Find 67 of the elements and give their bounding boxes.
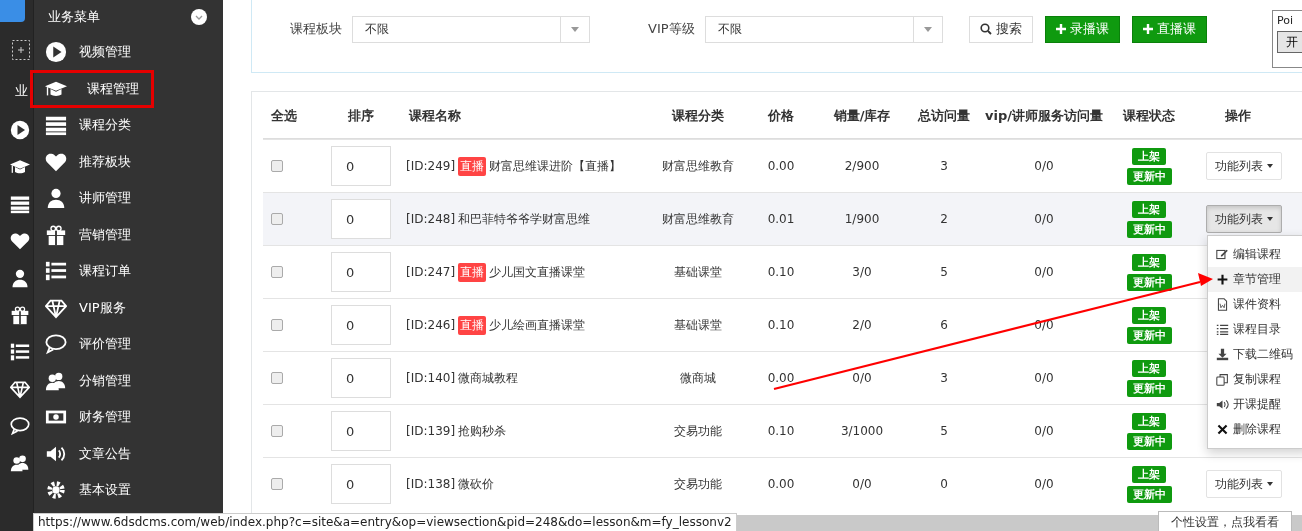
column-header: 销量/库存 — [832, 107, 892, 125]
status-url: https://www.6dsdcms.com/web/index.php?c=site&a=entry&op=viewsection&pid=248&do=lesson&m=fy_lessonv2 — [33, 513, 737, 531]
visits-cell-text: 5 — [939, 424, 949, 438]
category-cell-text: 财富思维教育 — [662, 211, 734, 228]
price-cell-text: 0.10 — [766, 265, 796, 279]
category-cell-text: 交易功能 — [674, 423, 722, 440]
sales-cell-text: 3/0 — [851, 265, 873, 279]
course-id: [ID:139] — [406, 424, 456, 438]
column-header: 课程状态 — [1121, 107, 1176, 125]
course-id: [ID:138] — [406, 477, 456, 491]
live-tag: 直播 — [458, 262, 487, 282]
popup-title: Poi — [1277, 14, 1295, 27]
menu-title: 业务菜单 — [48, 8, 100, 26]
vip-visits-cell-text: 0/0 — [1033, 159, 1055, 173]
visits-cell-text: 3 — [939, 371, 949, 385]
course-title: 少儿国文直播课堂 — [489, 263, 586, 281]
price-cell-text: 0.00 — [766, 477, 796, 491]
sales-cell-text: 0/0 — [851, 477, 873, 491]
price-cell-text: 0.00 — [766, 371, 796, 385]
column-header: vip/讲师服务访问量 — [984, 107, 1104, 125]
course-id: [ID:248] — [406, 212, 456, 226]
column-header: 排序 — [347, 107, 375, 125]
course-title: 少儿绘画直播课堂 — [489, 316, 586, 334]
course-title: 微商城教程 — [458, 369, 519, 387]
category-cell-text: 基础课堂 — [674, 317, 722, 334]
category-cell-text: 交易功能 — [674, 476, 722, 493]
course-id: [ID:140] — [406, 371, 456, 385]
price-cell-text: 0.10 — [766, 424, 796, 438]
sales-cell-text: 2/0 — [851, 318, 873, 332]
price-cell-text: 0.00 — [766, 159, 796, 173]
rail-label: 业 — [15, 82, 29, 100]
category-cell-text: 基础课堂 — [674, 264, 722, 281]
course-id: [ID:249] — [406, 159, 456, 173]
course-id: [ID:247] — [406, 265, 456, 279]
category-cell-text: 微商城 — [680, 370, 716, 387]
visits-cell-text: 3 — [939, 159, 949, 173]
course-title: 抢购秒杀 — [458, 422, 507, 440]
visits-cell-text: 5 — [939, 265, 949, 279]
live-tag: 直播 — [458, 315, 487, 335]
sales-cell-text: 2/900 — [843, 159, 881, 173]
vip-visits-cell-text: 0/0 — [1033, 371, 1055, 385]
sales-cell-text: 3/1000 — [839, 424, 885, 438]
course-title: 和巴菲特爷爷学财富思维 — [458, 210, 591, 228]
column-header: 课程名称 — [407, 107, 462, 125]
vip-visits-cell-text: 0/0 — [1033, 477, 1055, 491]
vip-visits-cell-text: 0/0 — [1033, 212, 1055, 226]
visits-cell-text: 2 — [939, 212, 949, 226]
visits-cell-text: 0 — [939, 477, 949, 491]
filter-label: VIP等级 — [648, 20, 695, 38]
category-cell-text: 财富思维教育 — [662, 158, 734, 175]
column-header: 总访问量 — [917, 107, 971, 125]
sales-cell-text: 0/0 — [851, 371, 873, 385]
column-header: 全选 — [270, 107, 298, 125]
price-cell-text: 0.01 — [766, 212, 796, 226]
price-cell-text: 0.10 — [766, 318, 796, 332]
course-title: 财富思维课进阶【直播】 — [489, 157, 622, 175]
column-header: 课程分类 — [670, 107, 725, 125]
course-title: 微砍价 — [458, 475, 495, 493]
column-header: 价格 — [766, 107, 795, 125]
column-header: 操作 — [1224, 107, 1252, 125]
live-tag: 直播 — [458, 156, 487, 176]
vip-visits-cell-text: 0/0 — [1033, 265, 1055, 279]
filter-label: 课程板块 — [290, 20, 342, 38]
course-id: [ID:246] — [406, 318, 456, 332]
vip-visits-cell-text: 0/0 — [1033, 424, 1055, 438]
sales-cell-text: 1/900 — [843, 212, 881, 226]
visits-cell-text: 6 — [939, 318, 949, 332]
